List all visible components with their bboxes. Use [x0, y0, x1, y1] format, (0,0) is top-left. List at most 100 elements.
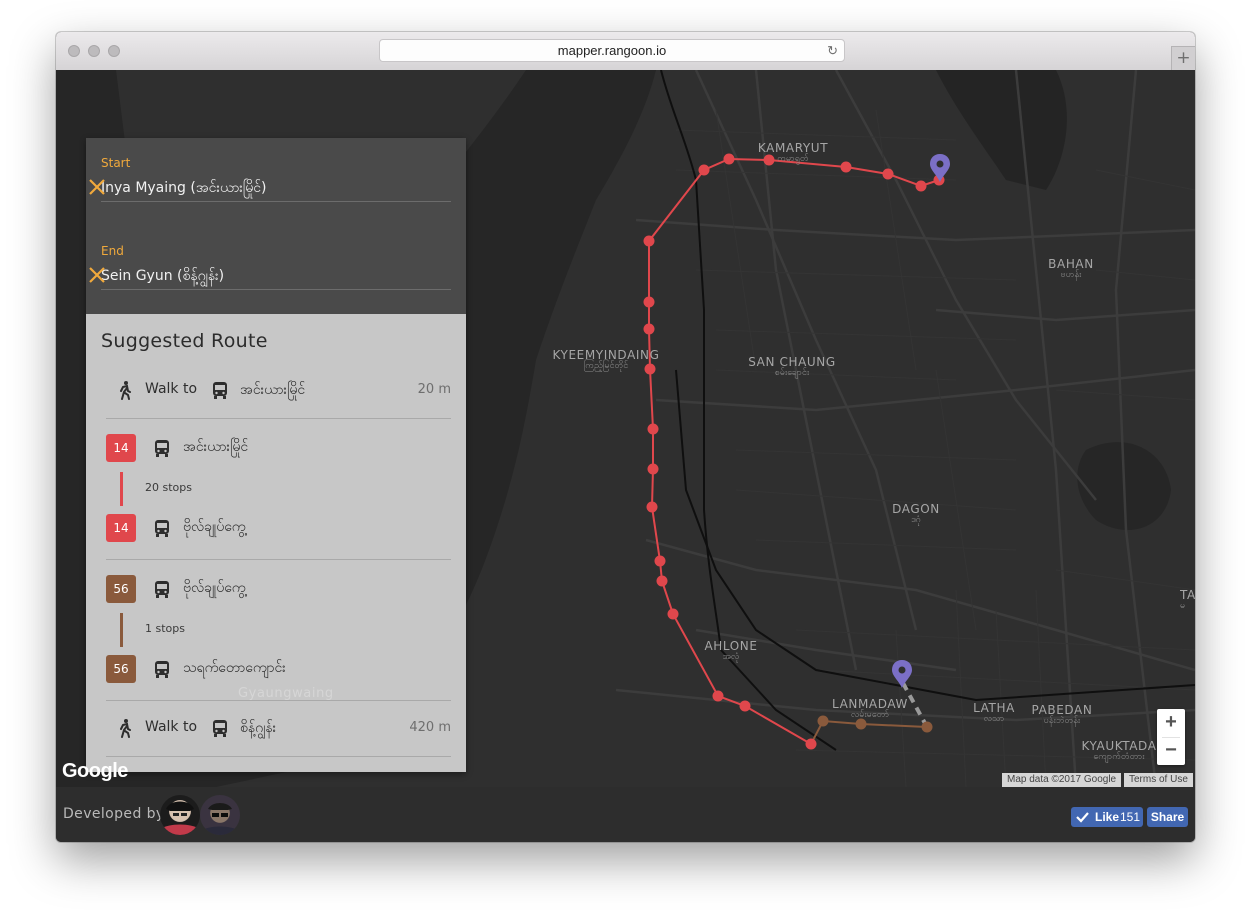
bus-icon [155, 581, 169, 598]
suggested-route: Suggested Route Gyaungwaing Walk to အင်း… [86, 314, 466, 772]
bus-line-badge: 14 [106, 514, 136, 542]
route-line-56 [810, 719, 928, 745]
map-label-kyeemyindaing: KYEEMYINDAING ကြည့်မြင်တိုင် [552, 348, 660, 372]
bus-stop-marker [656, 575, 668, 587]
close-window-button[interactable] [68, 45, 80, 57]
bus-stop-marker [882, 168, 894, 180]
start-underline [101, 201, 451, 202]
facebook-share-button[interactable]: Share [1147, 807, 1188, 827]
bus-line-badge: 56 [106, 575, 136, 603]
walk-distance: 420 m [409, 720, 451, 735]
map-label-ghost: Gyaungwaing [238, 686, 334, 701]
divider [106, 418, 451, 419]
address-bar[interactable]: mapper.rangoon.io ↻ [379, 39, 845, 62]
bus-stop-marker [654, 555, 666, 567]
map-label-edge: TA မ [1180, 589, 1195, 612]
route-14-stops [643, 153, 945, 750]
clear-end-icon[interactable] [86, 264, 108, 286]
bus-icon [213, 382, 227, 399]
map-view[interactable]: KAMARYUT ကမာရွတ် BAHAN ဗဟန်း KYEEMYINDAING… [56, 70, 1195, 787]
bus-stop-marker [698, 164, 710, 176]
bus-stop-marker [840, 161, 852, 173]
new-tab-button[interactable]: + [1171, 46, 1195, 70]
end-input[interactable]: Sein Gyun (စိန့်ဂျွန်း) [101, 266, 421, 287]
bus-stop-marker [739, 700, 751, 712]
bus-stop-marker [712, 690, 724, 702]
bus-stop-marker [643, 323, 655, 335]
like-label: Like [1095, 810, 1120, 824]
map-label-kamaryut: KAMARYUT ကမာရွတ် [757, 141, 829, 165]
walk-stop-name: အင်းယားမြိုင် [240, 382, 306, 398]
divider [106, 559, 451, 560]
bus-stop-marker [643, 235, 655, 247]
start-input[interactable]: Inya Myaing (အင်းယားမြိုင်) [101, 178, 421, 199]
bus-line-badge: 56 [106, 655, 136, 683]
avatar[interactable] [200, 795, 240, 835]
zoom-control: + − [1157, 709, 1185, 765]
map-label-dagon: DAGON ဒဂုံ [892, 502, 940, 526]
bus-icon [155, 661, 169, 678]
bus-stop-marker [921, 721, 933, 733]
bus-stop-marker [805, 738, 817, 750]
stop-name: သရက်တောကျောင်း [183, 660, 286, 676]
walk-to-label: Walk to [145, 381, 198, 397]
like-count: 151 [1120, 810, 1141, 824]
map-label-pabedan: PABEDAN ပန်းဘဲတန်း [1031, 703, 1093, 727]
map-label-kyauktada: KYAUKTADA ကျောက်တံတား [1081, 739, 1157, 763]
avatar[interactable] [160, 795, 200, 835]
walk-stop-name: စိန့်ဂျွန်း [240, 720, 277, 736]
bus-stop-marker [667, 608, 679, 620]
leg-connector [120, 472, 123, 506]
url-text: mapper.rangoon.io [557, 43, 667, 58]
terms-link[interactable]: Terms of Use [1124, 773, 1193, 787]
zoom-window-button[interactable] [108, 45, 120, 57]
map-label-san-chaung: SAN CHAUNG စမ်းချောင်း [748, 355, 836, 379]
divider [106, 700, 451, 701]
minimize-window-button[interactable] [88, 45, 100, 57]
clear-start-icon[interactable] [86, 176, 108, 198]
divider [106, 756, 451, 757]
zoom-out-button[interactable]: − [1157, 737, 1185, 765]
walk-to-label: Walk to [145, 719, 198, 735]
facebook-like-button[interactable]: Like 151 [1071, 807, 1143, 827]
check-icon [1076, 812, 1089, 823]
walk-icon [120, 381, 131, 400]
bus-icon [155, 520, 169, 537]
map-attribution: Map data ©2017 Google [1002, 773, 1122, 787]
map-label-ahlone: AHLONE အလုံ [704, 639, 758, 663]
route-title: Suggested Route [101, 330, 268, 352]
walk-icon [120, 719, 131, 738]
map-label-bahan: BAHAN ဗဟန်း [1048, 257, 1094, 281]
bus-stop-marker [646, 501, 658, 513]
zoom-in-button[interactable]: + [1157, 709, 1185, 737]
inya-lake [936, 70, 1067, 190]
browser-titlebar: mapper.rangoon.io ↻ + [56, 32, 1195, 71]
start-pin-icon [930, 154, 950, 182]
bus-stop-marker [723, 153, 735, 165]
end-label: End [101, 244, 124, 258]
leg-connector [120, 613, 123, 647]
footer: Developed by Like 151 Share [56, 787, 1195, 842]
search-form: Start Inya Myaing (အင်းယားမြိုင်) End Se… [86, 138, 466, 314]
bus-stop-marker [915, 180, 927, 192]
route-panel: Start Inya Myaing (အင်းယားမြိုင်) End Se… [86, 138, 466, 772]
bus-icon [155, 440, 169, 457]
google-logo: Google [62, 760, 128, 782]
bus-line-badge: 14 [106, 434, 136, 462]
start-label: Start [101, 156, 131, 170]
bus-stop-marker [643, 296, 655, 308]
developed-by-label: Developed by [63, 806, 165, 822]
bus-icon [213, 720, 227, 737]
map-label-latha: LATHA လသာ [973, 701, 1015, 725]
map-label-lanmadaw: LANMADAW လမ်းမတော် [832, 697, 908, 721]
browser-window: mapper.rangoon.io ↻ + KAMARYUT ကမာရွတ် B… [56, 32, 1195, 842]
end-underline [101, 289, 451, 290]
stop-name: ဗိုလ်ချုပ်ကွေ့ [183, 519, 246, 535]
stop-name: ဗိုလ်ချုပ်ကွေ့ [183, 580, 246, 596]
stop-name: အင်းယားမြိုင် [183, 439, 249, 455]
bus-stop-marker [647, 423, 659, 435]
bus-stop-marker [647, 463, 659, 475]
stops-count: 20 stops [145, 481, 192, 494]
walk-distance: 20 m [417, 382, 451, 397]
reload-icon[interactable]: ↻ [827, 40, 838, 61]
